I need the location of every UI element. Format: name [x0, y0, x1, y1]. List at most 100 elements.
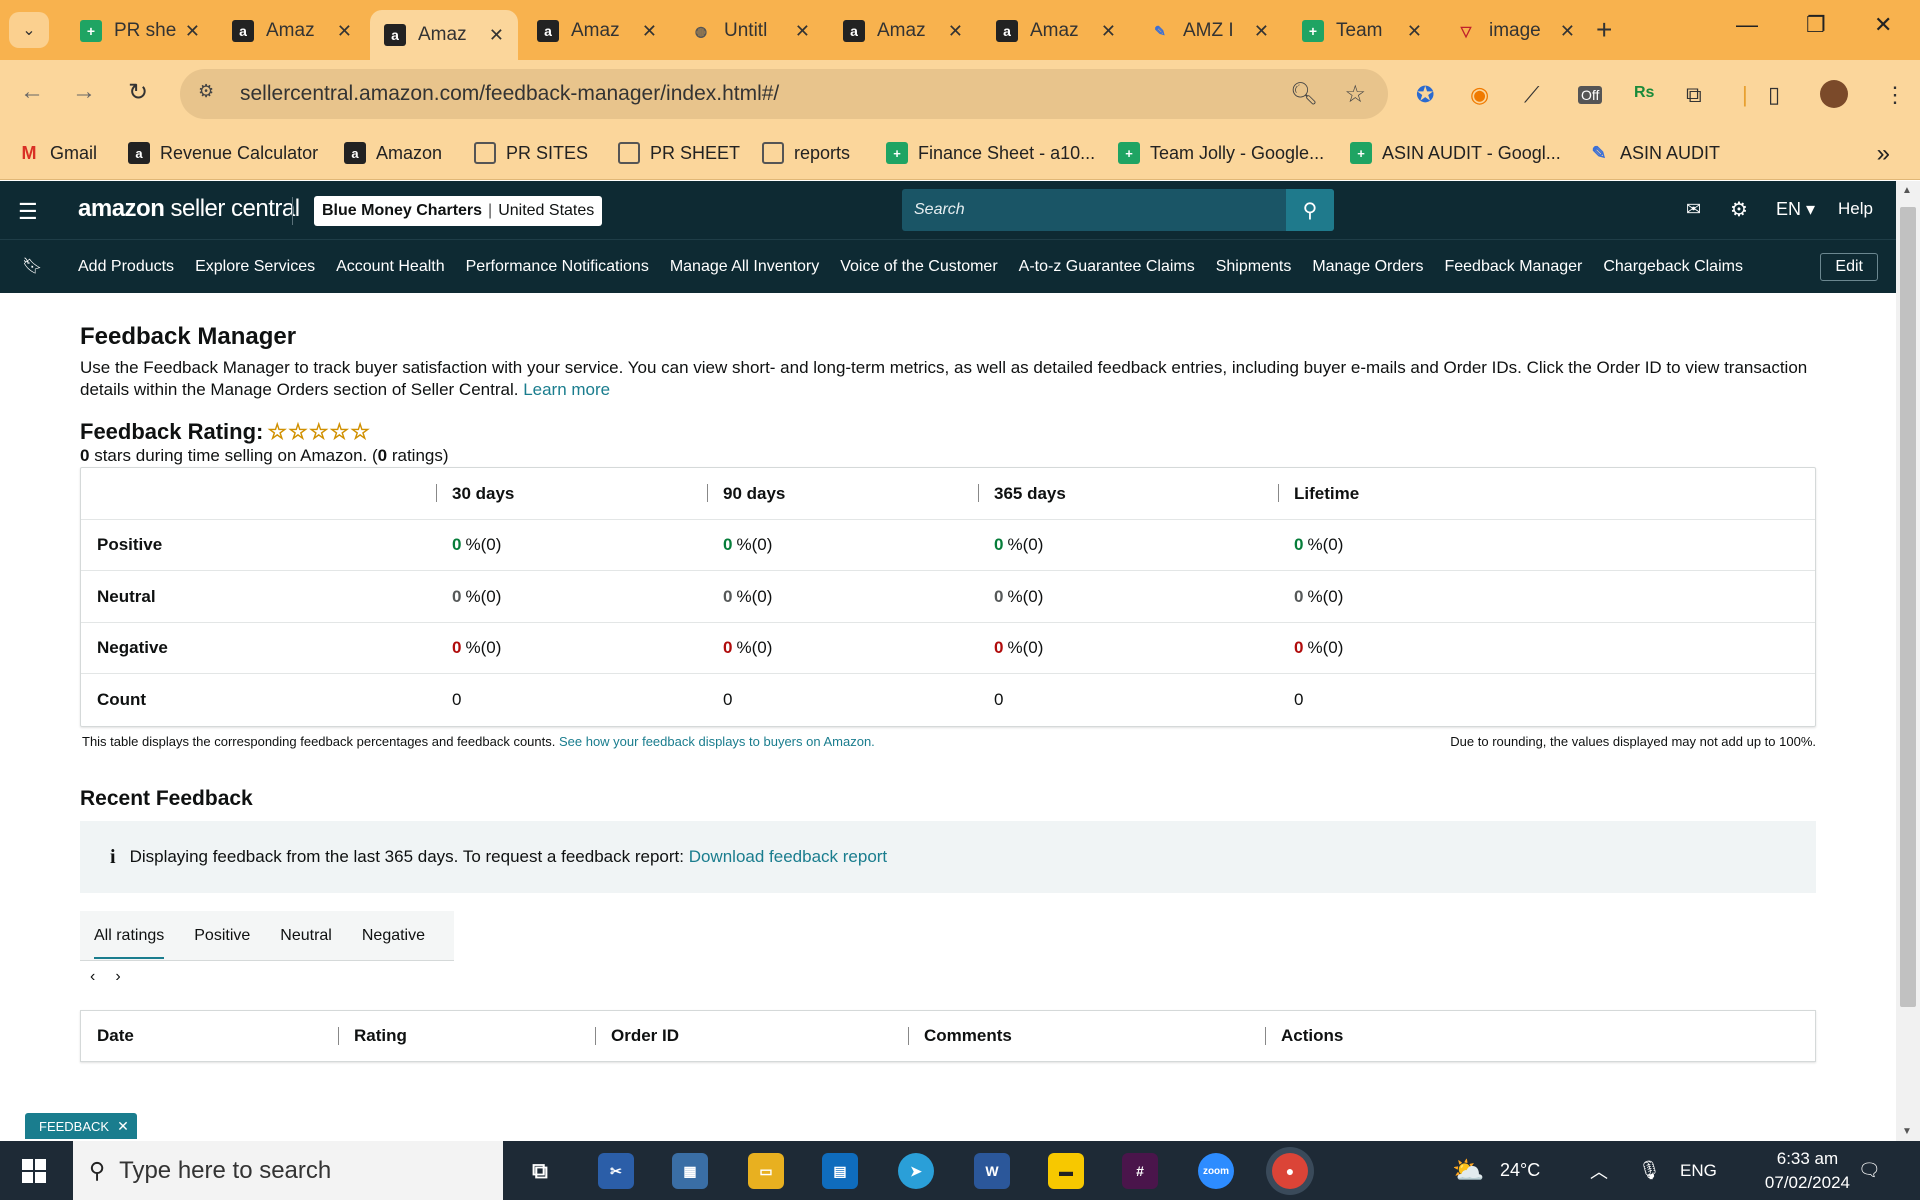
browser-tab[interactable]: a Amaz ✕ [829, 10, 977, 52]
clock[interactable]: 6:33 am 07/02/2024 [1765, 1147, 1850, 1195]
nav-link[interactable]: Performance Notifications [466, 258, 649, 276]
learn-more-link[interactable]: Learn more [523, 380, 610, 399]
bookmark-star-icon[interactable]: ☆ [1344, 80, 1366, 109]
nav-link[interactable]: Add Products [78, 258, 174, 276]
language-indicator[interactable]: ENG [1680, 1141, 1717, 1200]
rating-tab[interactable]: Negative [362, 911, 425, 961]
bookmark-item[interactable]: + ASIN AUDIT - Googl... [1350, 138, 1561, 168]
browser-tab[interactable]: a Amaz ✕ [982, 10, 1130, 52]
bookmark-item[interactable]: + Finance Sheet - a10... [886, 138, 1095, 168]
weather-icon[interactable]: ⛅ [1452, 1141, 1484, 1200]
tab-search-button[interactable]: ⌄ [9, 12, 49, 48]
store-icon[interactable]: ▤ [822, 1153, 858, 1189]
nav-link[interactable]: Feedback Manager [1444, 258, 1582, 276]
scrollbar[interactable]: ▲ ▼ [1896, 181, 1920, 1141]
close-tab-icon[interactable]: ✕ [185, 21, 200, 42]
close-tab-icon[interactable]: ✕ [795, 21, 810, 42]
zoom-app-icon[interactable]: zoom [1198, 1153, 1234, 1189]
nav-link[interactable]: A-to-z Guarantee Claims [1019, 258, 1195, 276]
restore-button[interactable]: ❐ [1806, 12, 1826, 38]
profile-avatar[interactable] [1820, 80, 1848, 108]
microphone-icon[interactable]: 🎙︎ [1638, 1141, 1661, 1200]
close-tab-icon[interactable]: ✕ [1407, 21, 1422, 42]
language-selector[interactable]: EN ▾ [1776, 199, 1815, 220]
taskbar-search[interactable]: ⚲ Type here to search [73, 1141, 503, 1200]
bookmark-item[interactable]: a Revenue Calculator [128, 138, 318, 168]
file-explorer-icon[interactable]: ▭ [748, 1153, 784, 1189]
chrome-icon[interactable]: ● [1272, 1153, 1308, 1189]
browser-tab[interactable]: a Amaz ✕ [370, 10, 518, 60]
back-button[interactable]: ← [20, 78, 44, 106]
chevron-left-icon[interactable]: ‹ [90, 968, 95, 985]
extension-icon[interactable]: ✪ [1416, 82, 1434, 108]
feedback-widget[interactable]: FEEDBACK ✕ [25, 1113, 137, 1139]
url-text[interactable]: sellercentral.amazon.com/feedback-manage… [240, 82, 779, 106]
browser-tab[interactable]: ◍ Untitl ✕ [676, 10, 824, 52]
site-settings-icon[interactable]: ⚙ [198, 81, 224, 107]
browser-tab[interactable]: ✎ AMZ I ✕ [1135, 10, 1283, 52]
scroll-down-icon[interactable]: ▼ [1902, 1126, 1912, 1137]
task-view-icon[interactable]: ⧉ [522, 1153, 558, 1189]
more-bookmarks-icon[interactable]: » [1877, 140, 1890, 168]
close-window-button[interactable]: ✕ [1874, 12, 1892, 38]
close-tab-icon[interactable]: ✕ [1254, 21, 1269, 42]
bookmark-item[interactable]: M Gmail [18, 138, 98, 168]
bookmark-item[interactable]: ✎ ASIN AUDIT [1588, 138, 1720, 168]
nav-link[interactable]: Chargeback Claims [1603, 258, 1743, 276]
download-report-link[interactable]: Download feedback report [689, 847, 887, 867]
column-header[interactable]: Actions [1281, 1011, 1343, 1061]
menu-kebab-icon[interactable]: ⋮ [1884, 82, 1906, 108]
forward-button[interactable]: → [72, 78, 96, 106]
close-tab-icon[interactable]: ✕ [337, 21, 352, 42]
column-header[interactable]: Comments [924, 1011, 1012, 1061]
gear-icon[interactable]: ⚙ [1730, 197, 1748, 222]
nav-link[interactable]: Manage All Inventory [670, 258, 819, 276]
extension-icon[interactable]: ⟋ [1524, 82, 1539, 108]
slack-icon[interactable]: # [1122, 1153, 1158, 1189]
extension-off-icon[interactable]: Off [1578, 86, 1603, 104]
seller-central-logo[interactable]: amazon seller central [78, 195, 300, 223]
column-header[interactable]: Order ID [611, 1011, 679, 1061]
close-tab-icon[interactable]: ✕ [1560, 21, 1575, 42]
bookmark-item[interactable]: PR SHEET [618, 138, 740, 168]
close-icon[interactable]: ✕ [117, 1118, 129, 1135]
menu-icon[interactable]: ☰ [18, 199, 38, 225]
close-tab-icon[interactable]: ✕ [948, 21, 963, 42]
nav-link[interactable]: Account Health [336, 258, 445, 276]
snipping-tool-icon[interactable]: ✂ [598, 1153, 634, 1189]
extension-icon[interactable]: ◉ [1470, 82, 1489, 108]
account-switcher[interactable]: Blue Money Charters | United States [314, 196, 603, 226]
close-tab-icon[interactable]: ✕ [1101, 21, 1116, 42]
extensions-puzzle-icon[interactable]: ⧉ [1686, 82, 1702, 108]
extension-icon[interactable]: Rs [1634, 84, 1654, 102]
chevron-right-icon[interactable]: › [115, 968, 120, 985]
rating-tab[interactable]: All ratings [94, 911, 165, 961]
bookmark-item[interactable]: PR SITES [474, 138, 588, 168]
nav-link[interactable]: Explore Services [195, 258, 315, 276]
column-header[interactable]: Rating [354, 1011, 407, 1061]
rating-tab[interactable]: Positive [194, 911, 250, 961]
telegram-icon[interactable]: ➤ [898, 1153, 934, 1189]
close-tab-icon[interactable]: ✕ [642, 21, 657, 42]
weather-temp[interactable]: 24°C [1500, 1141, 1540, 1200]
windows-start-icon[interactable] [22, 1159, 46, 1183]
search-input[interactable] [902, 201, 1262, 219]
scrollbar-thumb[interactable] [1900, 207, 1916, 1007]
side-panel-icon[interactable]: ▯ [1768, 82, 1780, 108]
bookmark-icon[interactable]: 🔖︎ [22, 256, 42, 276]
minimize-button[interactable]: — [1736, 12, 1758, 38]
browser-tab[interactable]: a Amaz ✕ [523, 10, 671, 52]
rating-tab[interactable]: Neutral [280, 911, 332, 961]
app-icon[interactable]: ▦ [672, 1153, 708, 1189]
notifications-icon[interactable]: 🗨︎ [1858, 1141, 1881, 1200]
new-tab-button[interactable]: + [1596, 14, 1612, 46]
nav-link[interactable]: Manage Orders [1312, 258, 1423, 276]
close-tab-icon[interactable]: ✕ [489, 25, 504, 46]
bookmark-item[interactable]: reports [762, 138, 850, 168]
nav-link[interactable]: Shipments [1216, 258, 1292, 276]
word-icon[interactable]: W [974, 1153, 1010, 1189]
browser-tab[interactable]: a Amaz ✕ [218, 10, 366, 52]
chevron-up-icon[interactable]: ︿ [1590, 1141, 1608, 1200]
address-bar[interactable]: ⚙ sellercentral.amazon.com/feedback-mana… [180, 69, 1388, 119]
search-button[interactable]: ⚲ [1286, 189, 1334, 231]
